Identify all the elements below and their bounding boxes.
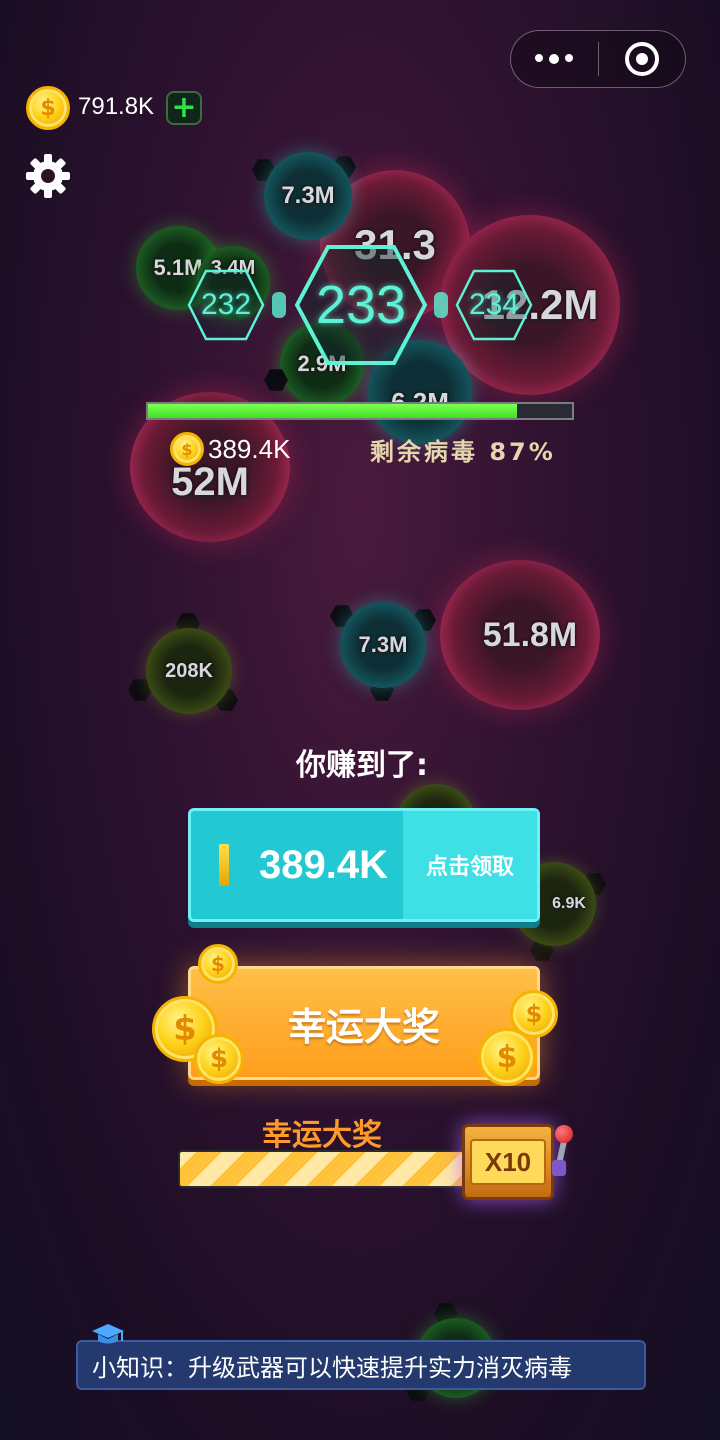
slot-machine-multiplier[interactable]: X10: [462, 1124, 554, 1200]
earned-title: 你赚到了:: [296, 748, 428, 783]
virus-olive: 208K: [146, 628, 232, 714]
virus-hp-label: 6.9K: [552, 895, 586, 912]
tip-banner: 小知识：升级武器可以快速提升实力消灭病毒: [76, 1340, 646, 1390]
virus-progress-fill: [148, 404, 517, 418]
claim-amount-area: 389.4K: [191, 811, 403, 919]
slot-lever-base-icon: [552, 1160, 566, 1176]
plus-icon: +: [171, 90, 197, 125]
coin-icon: $: [26, 86, 70, 130]
level-connector: [434, 292, 448, 318]
virus-hp-label: 7.3M: [358, 632, 408, 657]
virus-red-large: 51.8M: [440, 560, 600, 710]
coin-icon: $: [478, 1028, 536, 1086]
lucky-jackpot-label: 幸运大奖: [287, 1004, 440, 1049]
level-next-number: 234: [468, 288, 520, 321]
tip-text: 小知识：升级武器可以快速提升实力消灭病毒: [92, 1353, 572, 1382]
remaining-virus-label: 剩余病毒 87%: [370, 438, 556, 466]
virus-hp-label: 52M: [171, 459, 249, 504]
level-current-hex: 233: [294, 244, 428, 366]
virus-hp-label: 208K: [165, 659, 213, 682]
multiplier-label: X10: [470, 1139, 546, 1185]
settings-gear-icon[interactable]: [24, 152, 72, 200]
coin-stack-icon: [219, 844, 229, 886]
claim-label: 点击领取: [403, 811, 537, 919]
virus-progress-bar: [146, 402, 574, 420]
jackpot-progress-bar: [178, 1150, 478, 1188]
level-prev-number: 232: [200, 288, 252, 321]
virus-cyan: 7.3M: [264, 152, 352, 240]
mini-program-capsule: [510, 30, 686, 88]
close-program-button[interactable]: [599, 31, 686, 87]
coin-balance: 791.8K: [78, 93, 155, 120]
claim-reward-button[interactable]: 389.4K 点击领取: [188, 808, 540, 922]
level-connector: [272, 292, 286, 318]
level-reward-amount: 389.4K: [208, 434, 291, 464]
more-dots-icon: [535, 54, 574, 64]
level-prev-hex: 232: [186, 268, 266, 342]
coin-icon: $: [198, 944, 238, 984]
claim-amount: 389.4K: [259, 842, 388, 887]
level-next-hex: 234: [454, 268, 534, 342]
virus-hp-label: 7.3M: [281, 182, 335, 209]
lucky-jackpot-bar-label: 幸运大奖: [262, 1118, 382, 1153]
virus-cyan: 7.3M: [340, 602, 426, 688]
coin-icon: $: [194, 1034, 244, 1084]
add-coins-button[interactable]: +: [166, 91, 202, 125]
slot-lever-knob-icon: [555, 1125, 573, 1143]
coin-icon: $: [170, 432, 204, 466]
virus-hp-label: 51.8M: [482, 615, 578, 654]
close-target-icon: [624, 42, 659, 76]
level-current-number: 233: [315, 275, 407, 335]
more-menu-button[interactable]: [511, 31, 598, 87]
graduation-cap-icon: [90, 1322, 126, 1352]
